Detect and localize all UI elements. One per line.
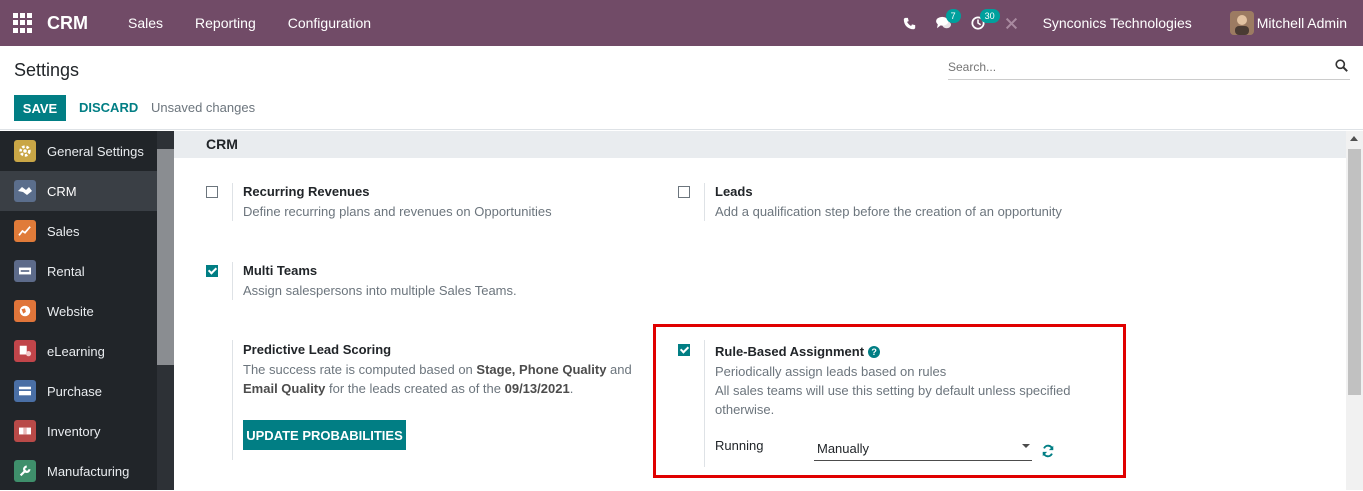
recurring-revenues-checkbox[interactable]	[206, 186, 218, 198]
multi-teams-title: Multi Teams	[243, 263, 318, 278]
update-probabilities-button[interactable]: UPDATE PROBABILITIES	[243, 420, 406, 450]
handshake-icon	[14, 180, 36, 202]
sidebar-scrollbar[interactable]	[157, 149, 174, 365]
chat-icon[interactable]: 7	[927, 0, 961, 46]
menu-sales[interactable]: Sales	[112, 15, 179, 31]
sidebar-item-label: Website	[47, 303, 94, 319]
scroll-up-arrow-icon[interactable]	[1350, 136, 1358, 141]
phone-icon[interactable]	[893, 0, 927, 46]
apps-menu-icon[interactable]	[13, 13, 33, 33]
sidebar-item-crm[interactable]: CRM	[0, 171, 157, 211]
sidebar-item-rental[interactable]: Rental	[0, 251, 157, 291]
sidebar-item-label: Rental	[47, 263, 85, 279]
recurring-revenues-desc: Define recurring plans and revenues on O…	[243, 204, 552, 219]
leads-title: Leads	[715, 184, 753, 199]
predictive-lead-scoring-title: Predictive Lead Scoring	[243, 342, 392, 357]
top-navbar: CRM Sales Reporting Configuration 7 30 S…	[0, 0, 1363, 46]
debug-tools-icon[interactable]	[995, 0, 1029, 46]
company-switcher[interactable]: Synconics Technologies	[1043, 15, 1192, 31]
multi-teams-desc: Assign salespersons into multiple Sales …	[243, 283, 517, 298]
sidebar-item-label: Sales	[47, 223, 80, 239]
search-icon[interactable]	[1335, 59, 1348, 75]
save-button[interactable]: SAVE	[14, 95, 66, 121]
search-input[interactable]	[948, 56, 1318, 74]
sidebar-item-label: General Settings	[47, 143, 144, 159]
avatar	[1229, 11, 1254, 35]
divider	[704, 183, 705, 221]
divider	[232, 183, 233, 221]
divider	[232, 340, 233, 460]
search-bar	[948, 56, 1350, 80]
app-brand[interactable]: CRM	[47, 13, 88, 34]
rental-icon	[14, 260, 36, 282]
page-title: Settings	[14, 60, 80, 80]
sidebar-item-label: eLearning	[47, 343, 105, 359]
unsaved-status: Unsaved changes	[151, 100, 256, 115]
multi-teams-checkbox[interactable]	[206, 265, 218, 277]
predictive-lead-scoring-desc: The success rate is computed based on St…	[243, 362, 632, 396]
menu-reporting[interactable]: Reporting	[179, 15, 272, 31]
discard-button[interactable]: DISCARD	[79, 100, 138, 115]
chat-badge: 7	[945, 9, 961, 23]
sidebar-item-purchase[interactable]: Purchase	[0, 371, 157, 411]
wrench-icon	[14, 460, 36, 482]
sidebar-item-sales[interactable]: Sales	[0, 211, 157, 251]
sidebar-item-general-settings[interactable]: General Settings	[0, 131, 157, 171]
inventory-icon	[14, 420, 36, 442]
sidebar-item-label: Purchase	[47, 383, 102, 399]
sidebar-item-label: Inventory	[47, 423, 101, 439]
sidebar-item-elearning[interactable]: eLearning	[0, 331, 157, 371]
purchase-icon	[14, 380, 36, 402]
chart-icon	[14, 220, 36, 242]
sidebar-item-label: CRM	[47, 183, 77, 199]
control-panel: Settings SAVE DISCARD Unsaved changes	[0, 46, 1363, 130]
sidebar-item-inventory[interactable]: Inventory	[0, 411, 157, 451]
activity-clock-icon[interactable]: 30	[961, 0, 1000, 46]
sidebar-item-website[interactable]: Website	[0, 291, 157, 331]
sidebar-item-manufacturing[interactable]: Manufacturing	[0, 451, 157, 491]
user-name: Mitchell Admin	[1256, 15, 1347, 31]
divider	[232, 262, 233, 300]
menu-configuration[interactable]: Configuration	[272, 15, 387, 31]
sidebar-item-label: Manufacturing	[47, 463, 130, 479]
highlight-box	[653, 324, 1126, 478]
recurring-revenues-title: Recurring Revenues	[243, 184, 370, 199]
user-menu[interactable]: Mitchell Admin	[1229, 11, 1347, 35]
section-title: CRM	[206, 136, 238, 152]
section-header: CRM	[174, 131, 1346, 158]
scroll-thumb[interactable]	[1348, 149, 1361, 395]
settings-sidebar: General Settings CRM Sales Rental Websit…	[0, 131, 174, 490]
elearning-icon	[14, 340, 36, 362]
leads-checkbox[interactable]	[678, 186, 690, 198]
leads-desc: Add a qualification step before the crea…	[715, 204, 1062, 219]
gear-icon	[14, 140, 36, 162]
main-scrollbar[interactable]	[1346, 131, 1363, 490]
globe-icon	[14, 300, 36, 322]
